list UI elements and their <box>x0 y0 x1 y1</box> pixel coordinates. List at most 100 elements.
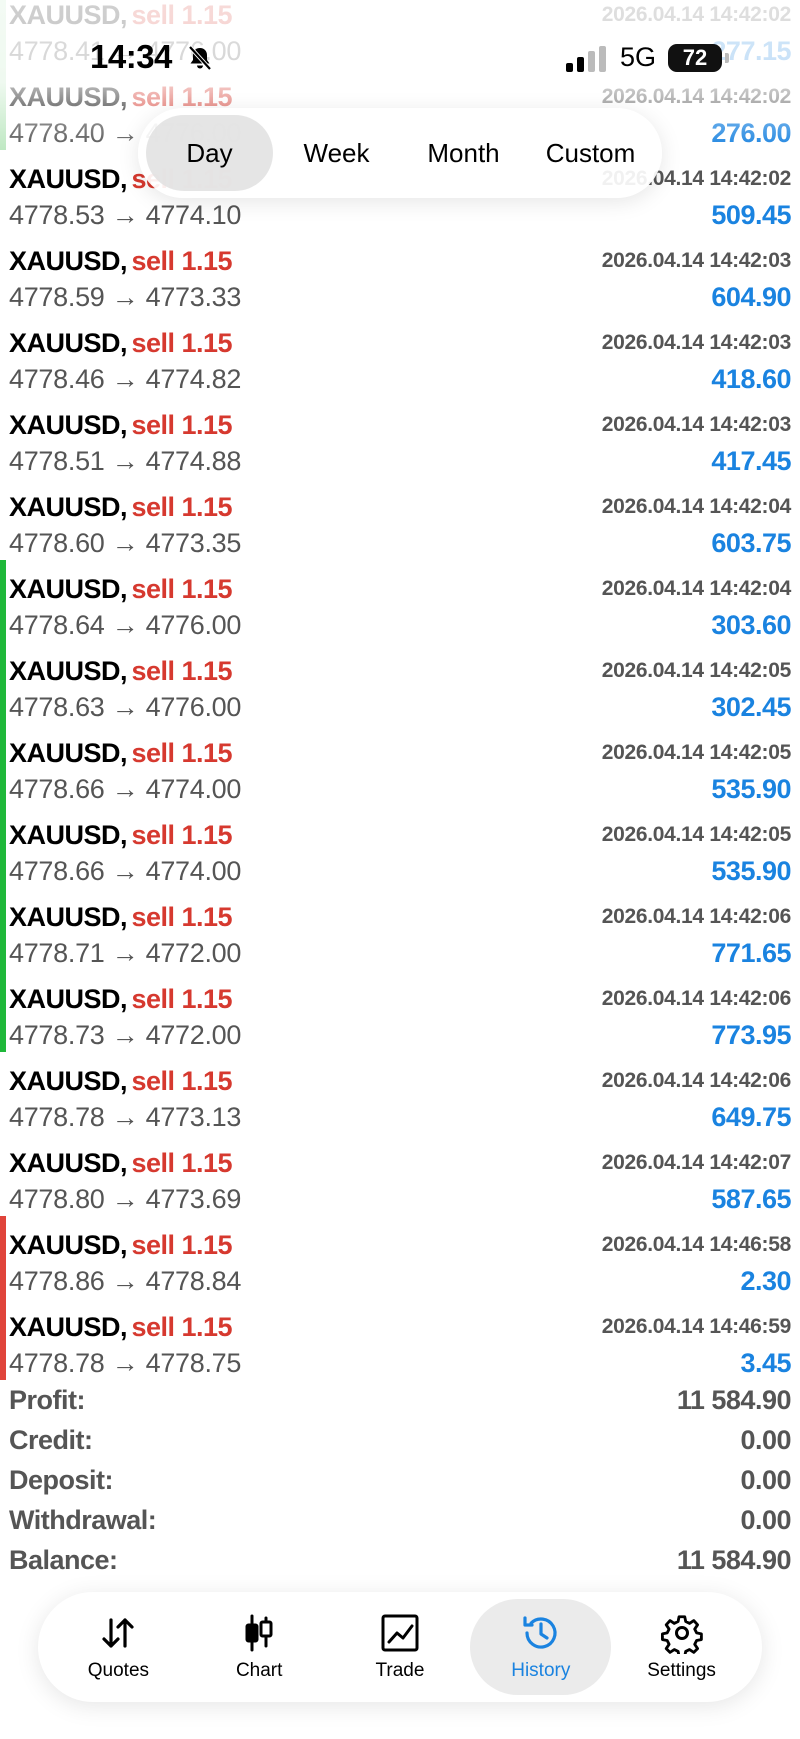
deal-prices: 4778.73 → 4772.00 <box>9 1019 242 1050</box>
summary-value: 0.00 <box>740 1464 791 1495</box>
summary-profit: Profit: 11 584.90 <box>9 1380 792 1420</box>
tab-month[interactable]: Month <box>400 115 527 191</box>
gear-icon <box>660 1615 703 1654</box>
deal-symbol: XAUUSD, <box>9 901 128 932</box>
deal-marker <box>0 888 6 970</box>
deal-symbol: XAUUSD, <box>9 1147 128 1178</box>
deal-profit: 3.45 <box>740 1347 791 1378</box>
deal-marker <box>0 806 6 888</box>
battery-tip <box>725 53 729 63</box>
tab-chart[interactable]: Chart <box>189 1599 330 1695</box>
deal-prices: 4778.86 → 4778.84 <box>9 1265 242 1296</box>
deal-prices: 4778.51 → 4774.88 <box>9 445 242 476</box>
tab-day[interactable]: Day <box>146 115 273 191</box>
tab-week[interactable]: Week <box>273 115 400 191</box>
deal-symbol: XAUUSD, <box>9 819 128 850</box>
candlestick-icon <box>245 1614 273 1652</box>
tab-label: Quotes <box>87 1660 150 1681</box>
deal-list[interactable]: XAUUSD, sell 1.15 2026.04.14 14:42:02 477… <box>0 0 800 1380</box>
deal-row[interactable]: XAUUSD, sell 1.15 2026.04.14 14:42:03 477… <box>0 232 800 314</box>
tab-custom[interactable]: Custom <box>527 115 654 191</box>
deal-symbol: XAUUSD, <box>9 655 128 686</box>
status-bar: 14:34 5G 72 <box>0 0 800 118</box>
deal-marker <box>0 478 6 560</box>
summary-label: Balance: <box>9 1544 118 1575</box>
deal-row[interactable]: XAUUSD, sell 1.15 2026.04.14 14:42:06 477… <box>0 1052 800 1134</box>
deal-time: 2026.04.14 14:42:04 <box>601 495 792 518</box>
summary-value: 11 584.90 <box>676 1384 792 1415</box>
deal-row[interactable]: XAUUSD, sell 1.15 2026.04.14 14:42:05 477… <box>0 642 800 724</box>
deal-profit: 418.60 <box>711 363 791 394</box>
deal-row[interactable]: XAUUSD, sell 1.15 2026.04.14 14:42:06 477… <box>0 970 800 1052</box>
battery-level: 72 <box>682 45 708 70</box>
tab-label: History <box>511 1660 571 1681</box>
deal-row[interactable]: XAUUSD, sell 1.15 2026.04.14 14:42:04 477… <box>0 478 800 560</box>
tab-label: Settings <box>647 1660 716 1681</box>
deal-profit: 771.65 <box>711 937 791 968</box>
signal-icon <box>566 46 606 72</box>
battery-icon: 72 <box>668 44 722 72</box>
deal-row[interactable]: XAUUSD, sell 1.15 2026.04.14 14:46:59 477… <box>0 1298 800 1380</box>
deal-symbol: XAUUSD, <box>9 409 128 440</box>
deal-prices: 4778.46 → 4774.82 <box>9 363 242 394</box>
deal-side: sell 1.15 <box>131 655 233 686</box>
deal-symbol: XAUUSD, <box>9 245 128 276</box>
deal-side: sell 1.15 <box>131 819 233 850</box>
tab-history[interactable]: History <box>470 1599 612 1695</box>
summary-value: 0.00 <box>740 1424 791 1455</box>
deal-profit: 417.45 <box>711 445 791 476</box>
deal-profit: 302.45 <box>711 691 791 722</box>
deal-time: 2026.04.14 14:42:06 <box>601 905 792 928</box>
tab-settings[interactable]: Settings <box>611 1599 752 1695</box>
deal-profit: 2.30 <box>740 1265 791 1296</box>
deal-prices: 4778.53 → 4774.10 <box>9 199 242 230</box>
deal-marker <box>0 396 6 478</box>
trade-chart-icon <box>381 1614 419 1652</box>
deal-profit: 509.45 <box>711 199 791 230</box>
deal-symbol: XAUUSD, <box>9 327 128 358</box>
deal-row[interactable]: XAUUSD, sell 1.15 2026.04.14 14:42:05 477… <box>0 806 800 888</box>
tab-label: Chart <box>235 1660 283 1681</box>
tab-trade[interactable]: Trade <box>330 1599 471 1695</box>
deal-profit: 604.90 <box>711 281 791 312</box>
summary-balance: Balance: 11 584.90 <box>9 1540 792 1580</box>
deal-prices: 4778.78 → 4778.75 <box>9 1347 242 1378</box>
deal-row[interactable]: XAUUSD, sell 1.15 2026.04.14 14:42:03 477… <box>0 314 800 396</box>
status-time: 14:34 <box>90 38 172 75</box>
deal-side: sell 1.15 <box>131 1147 233 1178</box>
deal-marker <box>0 232 6 314</box>
deal-prices: 4778.60 → 4773.35 <box>9 527 242 558</box>
deal-time: 2026.04.14 14:42:06 <box>601 1069 792 1092</box>
deal-side: sell 1.15 <box>131 245 233 276</box>
deal-row[interactable]: XAUUSD, sell 1.15 2026.04.14 14:46:58 477… <box>0 1216 800 1298</box>
deal-profit: 649.75 <box>711 1101 791 1132</box>
deal-row[interactable]: XAUUSD, sell 1.15 2026.04.14 14:42:05 477… <box>0 724 800 806</box>
deal-time: 2026.04.14 14:42:07 <box>601 1151 792 1174</box>
bell-slash-icon <box>188 45 212 71</box>
deal-profit: 603.75 <box>711 527 791 558</box>
deal-time: 2026.04.14 14:42:05 <box>601 741 792 764</box>
deal-row[interactable]: XAUUSD, sell 1.15 2026.04.14 14:42:04 477… <box>0 560 800 642</box>
deal-side: sell 1.15 <box>131 573 233 604</box>
deal-time: 2026.04.14 14:46:59 <box>601 1315 792 1338</box>
deal-symbol: XAUUSD, <box>9 1065 128 1096</box>
deal-time: 2026.04.14 14:42:03 <box>601 413 792 436</box>
deal-time: 2026.04.14 14:42:03 <box>601 249 792 272</box>
deal-side: sell 1.15 <box>131 1229 233 1260</box>
deal-symbol: XAUUSD, <box>9 1311 128 1342</box>
summary-value: 0.00 <box>740 1504 791 1535</box>
deal-row[interactable]: XAUUSD, sell 1.15 2026.04.14 14:42:07 477… <box>0 1134 800 1216</box>
deal-row[interactable]: XAUUSD, sell 1.15 2026.04.14 14:42:03 477… <box>0 396 800 478</box>
network-type: 5G <box>620 42 657 72</box>
deal-prices: 4778.71 → 4772.00 <box>9 937 242 968</box>
tab-quotes[interactable]: Quotes <box>48 1599 189 1695</box>
deal-profit: 535.90 <box>711 855 791 886</box>
deal-symbol: XAUUSD, <box>9 737 128 768</box>
deal-time: 2026.04.14 14:46:58 <box>601 1233 792 1256</box>
deal-marker <box>0 1216 6 1298</box>
deal-profit: 303.60 <box>711 609 791 640</box>
deal-symbol: XAUUSD, <box>9 573 128 604</box>
deal-row[interactable]: XAUUSD, sell 1.15 2026.04.14 14:42:06 477… <box>0 888 800 970</box>
quotes-arrows-icon <box>102 1618 134 1648</box>
deal-side: sell 1.15 <box>131 409 233 440</box>
